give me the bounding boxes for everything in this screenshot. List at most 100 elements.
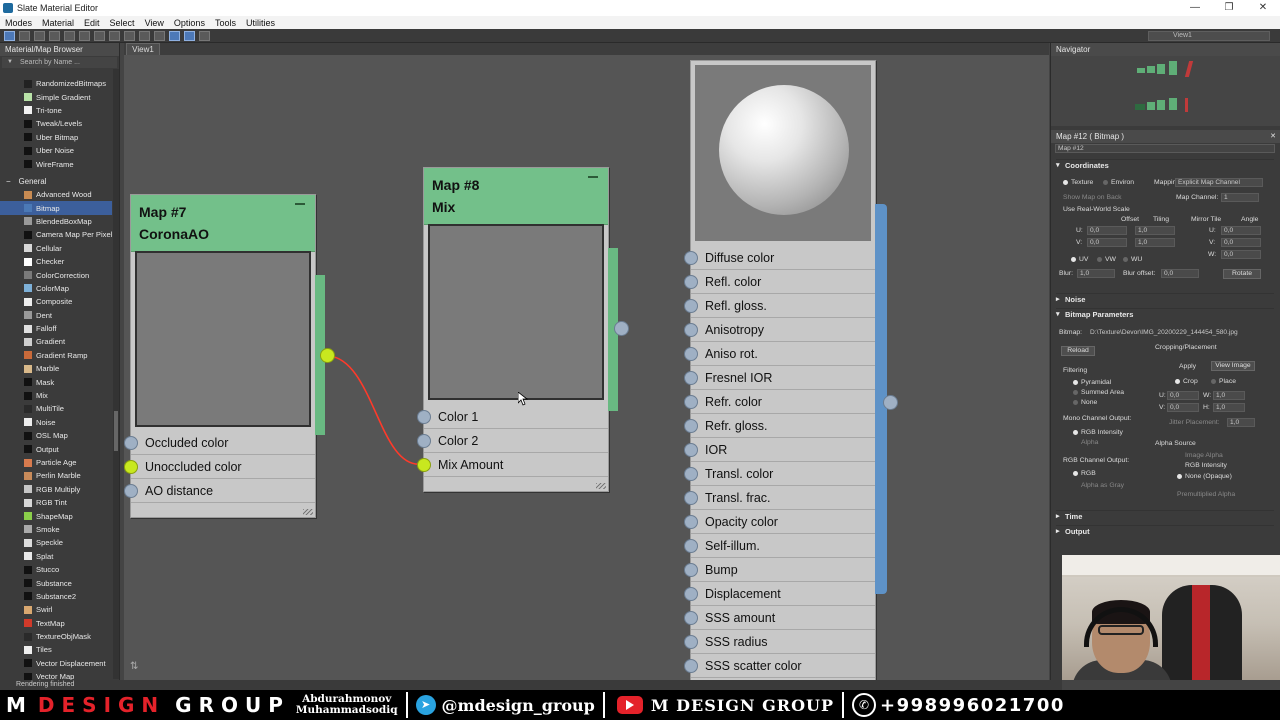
crop-h-field[interactable]: 1,0	[1213, 403, 1245, 412]
select-tool-icon[interactable]	[4, 30, 15, 41]
apply-checkbox[interactable]: Apply	[1179, 363, 1196, 370]
port-occluded-color[interactable]: Occluded color	[124, 431, 315, 455]
browser-item[interactable]: Mix	[0, 389, 112, 402]
radio-crop[interactable]: Crop	[1175, 378, 1198, 385]
port-socket-icon[interactable]	[684, 323, 698, 337]
u-angle-field[interactable]: 0,0	[1221, 226, 1261, 235]
rollout-bitmap-parameters[interactable]: Bitmap Parameters	[1056, 308, 1274, 320]
port-socket-icon[interactable]	[684, 371, 698, 385]
port-socket-icon[interactable]	[684, 587, 698, 601]
port-socket-icon[interactable]	[684, 299, 698, 313]
browser-item[interactable]: Splat	[0, 550, 112, 563]
radio-alpha-rgb-intensity[interactable]: RGB Intensity	[1185, 462, 1227, 469]
material-parameter-editor-icon[interactable]	[169, 30, 180, 41]
show-map-icon[interactable]	[94, 30, 105, 41]
resize-handle-icon[interactable]	[303, 509, 313, 515]
jitter-field[interactable]: 1,0	[1227, 418, 1255, 427]
rollout-coordinates[interactable]: Coordinates	[1056, 159, 1274, 171]
radio-none[interactable]: None	[1073, 399, 1097, 406]
browser-item[interactable]: Gradient	[0, 335, 112, 348]
browser-item[interactable]: ColorCorrection	[0, 268, 112, 281]
browser-item[interactable]: Advanced Wood	[0, 188, 112, 201]
menu-edit[interactable]: Edit	[79, 18, 105, 28]
port-diffuse-color[interactable]: Diffuse color	[684, 246, 875, 270]
port-anisotropy[interactable]: Anisotropy	[684, 318, 875, 342]
browser-item[interactable]: Falloff	[0, 322, 112, 335]
browser-item[interactable]: Bitmap	[0, 201, 112, 215]
port-socket-icon[interactable]	[684, 467, 698, 481]
port-socket-icon[interactable]	[124, 484, 138, 498]
radio-alpha-as-gray[interactable]: Alpha as Gray	[1081, 482, 1124, 489]
browser-item[interactable]: Noise	[0, 416, 112, 429]
browser-item[interactable]: RandomizedBitmaps	[0, 77, 112, 90]
port-sss-scatter-color[interactable]: SSS scatter color	[684, 654, 875, 678]
port-socket-icon[interactable]	[684, 515, 698, 529]
browser-item[interactable]: Composite	[0, 295, 112, 308]
radio-place[interactable]: Place	[1211, 378, 1236, 385]
view-dropdown[interactable]: View1	[1148, 31, 1270, 41]
minimize-button[interactable]: —	[1178, 0, 1212, 16]
assign-material-icon[interactable]	[34, 30, 45, 41]
pan-icon[interactable]: ⇅	[130, 661, 138, 672]
radio-mono-rgb-intensity[interactable]: RGB Intensity	[1073, 429, 1123, 436]
browser-item[interactable]: Vector Map	[0, 670, 112, 680]
close-icon[interactable]: ✕	[1270, 130, 1276, 143]
radio-texture[interactable]: Texture	[1063, 179, 1093, 186]
browser-item[interactable]: Cellular	[0, 242, 112, 255]
view-image-button[interactable]: View Image	[1211, 361, 1255, 371]
port-sss-amount[interactable]: SSS amount	[684, 606, 875, 630]
port-socket-icon[interactable]	[684, 659, 698, 673]
port-mix-amount[interactable]: Mix Amount	[417, 453, 608, 477]
browser-item[interactable]: Output	[0, 442, 112, 455]
radio-environ[interactable]: Environ	[1103, 179, 1134, 186]
menu-modes[interactable]: Modes	[0, 18, 37, 28]
navigator-view[interactable]	[1051, 56, 1280, 126]
find-icon[interactable]	[199, 30, 210, 41]
port-refr-color[interactable]: Refr. color	[684, 390, 875, 414]
node-view[interactable]: Map #7 CoronaAO Occluded color Unocclude…	[124, 55, 1049, 680]
browser-item[interactable]: Gradient Ramp	[0, 349, 112, 362]
menu-select[interactable]: Select	[105, 18, 140, 28]
port-socket-icon[interactable]	[417, 434, 431, 448]
port-refr-gloss[interactable]: Refr. gloss.	[684, 414, 875, 438]
browser-item[interactable]: Vector Displacement	[0, 657, 112, 670]
port-color-2[interactable]: Color 2	[417, 429, 608, 453]
show-background-icon[interactable]	[109, 30, 120, 41]
browser-category-general[interactable]: General	[0, 175, 112, 188]
map-name-field[interactable]: Map #12	[1055, 144, 1275, 153]
port-unoccluded-color[interactable]: Unoccluded color	[124, 455, 315, 479]
browser-item[interactable]: Simple Gradient	[0, 90, 112, 103]
browser-item[interactable]: RGB Multiply	[0, 483, 112, 496]
reload-button[interactable]: Reload	[1061, 346, 1095, 356]
port-transl-color[interactable]: Transl. color	[684, 462, 875, 486]
browser-item[interactable]: TextureObjMask	[0, 630, 112, 643]
delete-icon[interactable]	[49, 30, 60, 41]
layout-children-icon[interactable]	[154, 30, 165, 41]
port-socket-icon[interactable]	[684, 563, 698, 577]
crop-u-field[interactable]: 0,0	[1167, 391, 1199, 400]
output-socket-icon[interactable]	[320, 348, 335, 363]
menu-options[interactable]: Options	[169, 18, 210, 28]
port-socket-icon[interactable]	[417, 458, 431, 472]
u-offset-field[interactable]: 0,0	[1087, 226, 1127, 235]
port-socket-icon[interactable]	[684, 347, 698, 361]
rotate-button[interactable]: Rotate	[1223, 269, 1261, 279]
menu-material[interactable]: Material	[37, 18, 79, 28]
browser-item[interactable]: Tri-tone	[0, 104, 112, 117]
radio-wu[interactable]: WU	[1123, 256, 1142, 263]
crop-w-field[interactable]: 1,0	[1213, 391, 1245, 400]
radio-vw[interactable]: VW	[1097, 256, 1116, 263]
browser-item[interactable]: ShapeMap	[0, 509, 112, 522]
premultiplied-alpha-checkbox[interactable]: Premultiplied Alpha	[1177, 491, 1235, 498]
browser-search-input[interactable]: Search by Name ...	[2, 57, 117, 68]
port-socket-icon[interactable]	[684, 611, 698, 625]
port-socket-icon[interactable]	[684, 251, 698, 265]
w-angle-field[interactable]: 0,0	[1221, 250, 1261, 259]
port-socket-icon[interactable]	[684, 419, 698, 433]
browser-item[interactable]: Speckle	[0, 536, 112, 549]
radio-uv[interactable]: UV	[1071, 256, 1088, 263]
browser-item[interactable]: Checker	[0, 255, 112, 268]
minimize-icon[interactable]	[588, 176, 598, 178]
browser-item[interactable]: Dent	[0, 309, 112, 322]
port-ior[interactable]: IOR	[684, 438, 875, 462]
